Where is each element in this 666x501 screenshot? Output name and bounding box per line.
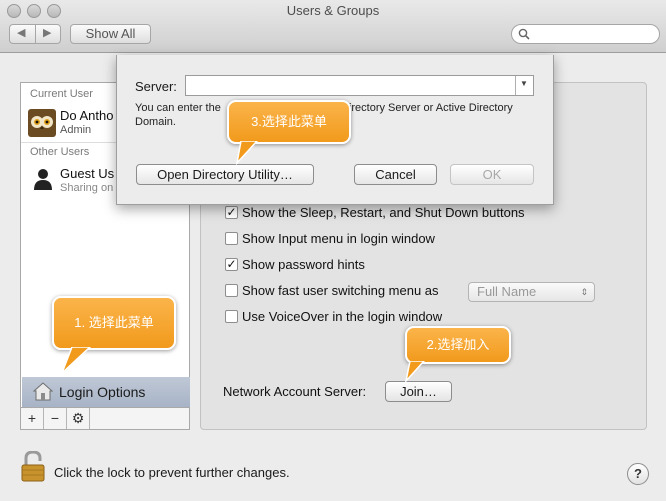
window-title: Users & Groups bbox=[286, 3, 380, 18]
current-user-name: Do Antho bbox=[60, 108, 114, 123]
option-label: Show fast user switching menu as bbox=[242, 283, 439, 298]
padlock-icon[interactable] bbox=[20, 451, 46, 483]
fast-switch-style-select[interactable]: Full Name ⇕ bbox=[468, 282, 595, 302]
search-input[interactable] bbox=[511, 24, 660, 44]
checkbox-fast-switching[interactable] bbox=[225, 284, 238, 297]
option-label: Show password hints bbox=[242, 257, 365, 272]
checkbox-voiceover[interactable] bbox=[225, 310, 238, 323]
fast-switch-value: Full Name bbox=[477, 284, 537, 299]
network-account-server-label: Network Account Server: bbox=[223, 384, 367, 399]
add-user-button[interactable]: + bbox=[21, 408, 44, 429]
chevron-down-icon: ▼ bbox=[520, 79, 528, 88]
ok-button[interactable]: OK bbox=[450, 164, 534, 185]
sheet-help-text-2: Directory Server or Active Directory bbox=[341, 102, 513, 114]
sheet-help-text-1: You can enter the bbox=[135, 102, 221, 114]
forward-arrow-icon[interactable]: ▶ bbox=[43, 26, 51, 39]
show-all-button[interactable]: Show All bbox=[70, 24, 151, 44]
owl-avatar-icon bbox=[28, 109, 56, 137]
server-dropdown-button[interactable]: ▼ bbox=[515, 76, 533, 95]
nav-buttons: ◀ ▶ bbox=[9, 24, 61, 44]
lock-message: Click the lock to prevent further change… bbox=[54, 465, 290, 480]
option-label: Show Input menu in login window bbox=[242, 231, 435, 246]
help-button[interactable]: ? bbox=[627, 463, 649, 485]
guest-user-status: Sharing on bbox=[60, 182, 114, 194]
login-options-label: Login Options bbox=[59, 384, 146, 400]
callout-step-3: 3.选择此菜单 bbox=[227, 100, 351, 144]
checkbox-sleep-restart[interactable]: ✓ bbox=[225, 206, 238, 219]
guest-user-name: Guest Us bbox=[60, 166, 115, 181]
callout-pointer bbox=[404, 361, 426, 383]
server-combo-input[interactable]: ▼ bbox=[185, 75, 534, 96]
guest-user-icon bbox=[34, 169, 52, 190]
back-arrow-icon[interactable]: ◀ bbox=[17, 26, 25, 39]
current-user-header: Current User bbox=[30, 88, 93, 100]
callout-step-2: 2.选择加入 bbox=[405, 326, 511, 364]
remove-user-button[interactable]: − bbox=[44, 408, 67, 429]
current-user-role: Admin bbox=[60, 124, 92, 136]
checkbox-input-menu[interactable] bbox=[225, 232, 238, 245]
other-users-header: Other Users bbox=[30, 146, 90, 158]
gear-icon[interactable]: ⚙ bbox=[67, 408, 90, 429]
server-label: Server: bbox=[135, 79, 177, 94]
sheet-help-text-3: Domain. bbox=[135, 116, 176, 128]
house-icon bbox=[32, 382, 54, 401]
search-icon bbox=[518, 28, 530, 40]
title-bar: Users & Groups ◀ ▶ Show All bbox=[0, 0, 666, 53]
callout-pointer bbox=[235, 141, 259, 165]
callout-step-1: 1. 选择此菜单 bbox=[52, 296, 176, 350]
option-label: Show the Sleep, Restart, and Shut Down b… bbox=[242, 205, 525, 220]
open-directory-utility-button[interactable]: Open Directory Utility… bbox=[136, 164, 314, 185]
sidebar-toolbar: + − ⚙ bbox=[20, 408, 190, 430]
checkbox-password-hints[interactable]: ✓ bbox=[225, 258, 238, 271]
sidebar-item-login-options[interactable]: Login Options bbox=[22, 377, 190, 407]
join-button[interactable]: Join… bbox=[385, 381, 452, 402]
option-label: Use VoiceOver in the login window bbox=[242, 309, 443, 324]
callout-pointer bbox=[61, 347, 92, 374]
cancel-button[interactable]: Cancel bbox=[354, 164, 437, 185]
updown-icon: ⇕ bbox=[580, 287, 588, 297]
